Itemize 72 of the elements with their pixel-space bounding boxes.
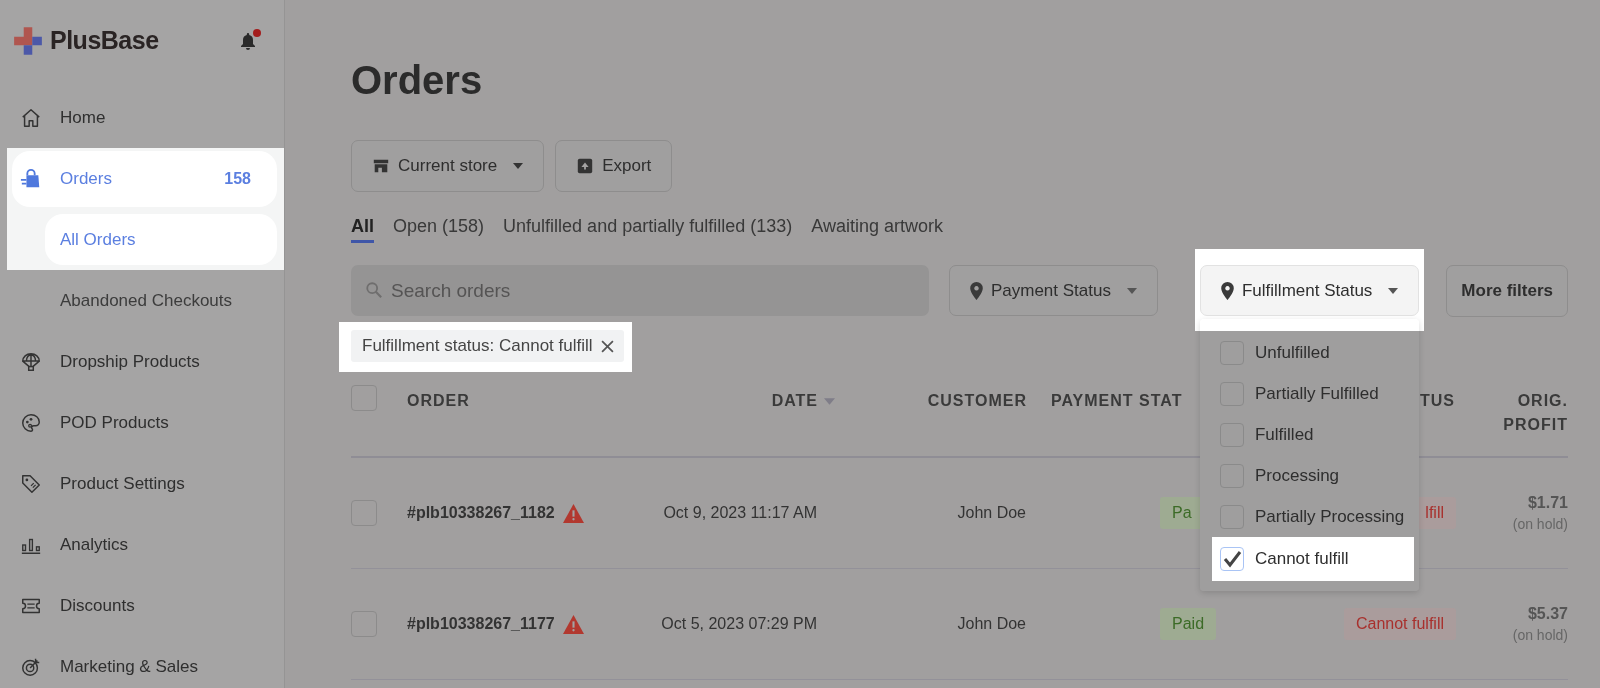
column-header: ORDER bbox=[407, 391, 470, 411]
filter-tab[interactable]: Open (158) bbox=[393, 214, 485, 243]
nav-item[interactable]: Product Settings bbox=[12, 455, 277, 512]
profit-amount: $5.37 bbox=[1527, 605, 1568, 623]
brand-name: PlusBase bbox=[50, 26, 159, 55]
caret-icon bbox=[1388, 287, 1399, 294]
nav-item[interactable]: Analytics bbox=[12, 516, 277, 573]
dropdown-option[interactable]: Processing bbox=[1211, 455, 1415, 496]
location-pin-icon bbox=[969, 281, 983, 300]
customer-cell: John Doe bbox=[957, 615, 1026, 633]
payment-status: Paid bbox=[1160, 608, 1217, 640]
search-field[interactable]: Search orders bbox=[351, 265, 929, 316]
filter-tag-label: Fulfillment status: Cannot fulfill bbox=[362, 336, 593, 356]
page-title: Orders bbox=[351, 57, 484, 104]
caret-icon bbox=[1126, 287, 1137, 294]
profit-note: (on hold) bbox=[1512, 627, 1568, 643]
column-header: TUS bbox=[1420, 391, 1455, 411]
option-label: Processing bbox=[1254, 465, 1340, 486]
nav-item[interactable]: Marketing & Sales bbox=[12, 638, 277, 688]
parachute-icon bbox=[20, 350, 42, 373]
sort-down-icon[interactable] bbox=[824, 397, 835, 405]
bell-icon bbox=[240, 31, 256, 50]
column-header: PAYMENT STAT bbox=[1051, 391, 1183, 411]
export-icon bbox=[576, 157, 595, 175]
dropdown-option[interactable]: Partially Fulfilled bbox=[1211, 373, 1415, 414]
search-icon bbox=[365, 281, 383, 299]
home-icon bbox=[20, 106, 42, 129]
customer-cell: John Doe bbox=[957, 504, 1026, 522]
checkbox[interactable] bbox=[1219, 547, 1244, 571]
dropdown-option[interactable]: Cannot fulfill bbox=[1211, 537, 1415, 581]
order-link[interactable]: #plb10338267_1182 bbox=[407, 504, 555, 522]
option-label: Partially Processing bbox=[1254, 506, 1405, 527]
filter-button[interactable]: Payment Status bbox=[948, 265, 1158, 316]
action-button[interactable]: Current store bbox=[351, 140, 545, 192]
notification-button[interactable] bbox=[238, 29, 258, 52]
option-label: Fulfilled bbox=[1254, 424, 1314, 445]
caret-icon bbox=[513, 163, 524, 169]
filter-tab[interactable]: All bbox=[351, 214, 374, 243]
filter-button[interactable]: Fulfillment Status bbox=[1199, 265, 1420, 316]
filter-tab[interactable]: Unfulfilled and partially fulfilled (133) bbox=[503, 214, 793, 243]
nav-item[interactable]: Discounts bbox=[12, 577, 277, 634]
more-filters-button[interactable]: More filters bbox=[1446, 264, 1568, 317]
nav-item[interactable]: Home bbox=[12, 89, 277, 146]
shopping-bag-icon bbox=[20, 167, 42, 190]
option-label: Unfulfilled bbox=[1254, 342, 1330, 363]
action-button[interactable]: Export bbox=[555, 140, 673, 192]
dropdown-option[interactable]: Unfulfilled bbox=[1211, 332, 1415, 373]
nav-item[interactable]: POD Products bbox=[12, 394, 277, 451]
nav-item[interactable]: Orders 158 bbox=[12, 150, 277, 207]
dropdown-option[interactable]: Fulfilled bbox=[1211, 414, 1415, 455]
profit-amount: $1.71 bbox=[1527, 494, 1568, 512]
palette-icon bbox=[20, 411, 42, 434]
close-icon[interactable] bbox=[600, 339, 614, 353]
column-header: ORIG. PROFIT bbox=[1502, 391, 1568, 435]
tag-icon bbox=[20, 472, 42, 495]
nav-subitem[interactable]: Abandoned Checkouts bbox=[45, 275, 277, 326]
nav-subitem[interactable]: All Orders bbox=[45, 214, 277, 265]
date-cell: Oct 9, 2023 11:17 AM bbox=[663, 504, 817, 522]
order-link[interactable]: #plb10338267_1177 bbox=[407, 615, 555, 633]
logo-icon bbox=[12, 24, 44, 57]
profit-note: (on hold) bbox=[1512, 516, 1568, 532]
store-icon bbox=[372, 157, 390, 175]
location-pin-icon bbox=[1220, 281, 1234, 300]
nav-item[interactable]: Dropship Products bbox=[12, 333, 277, 390]
option-label: Cannot fulfill bbox=[1254, 549, 1349, 569]
dropdown-option[interactable]: Partially Processing bbox=[1211, 496, 1415, 537]
filter-tab[interactable]: Awaiting artwork bbox=[811, 214, 943, 243]
date-cell: Oct 5, 2023 07:29 PM bbox=[661, 615, 817, 633]
column-header: CUSTOMER bbox=[927, 391, 1027, 411]
column-header: DATE bbox=[771, 391, 818, 411]
option-label: Partially Fulfilled bbox=[1254, 383, 1379, 404]
fulfillment-status: Cannot fulfill bbox=[1343, 608, 1456, 640]
